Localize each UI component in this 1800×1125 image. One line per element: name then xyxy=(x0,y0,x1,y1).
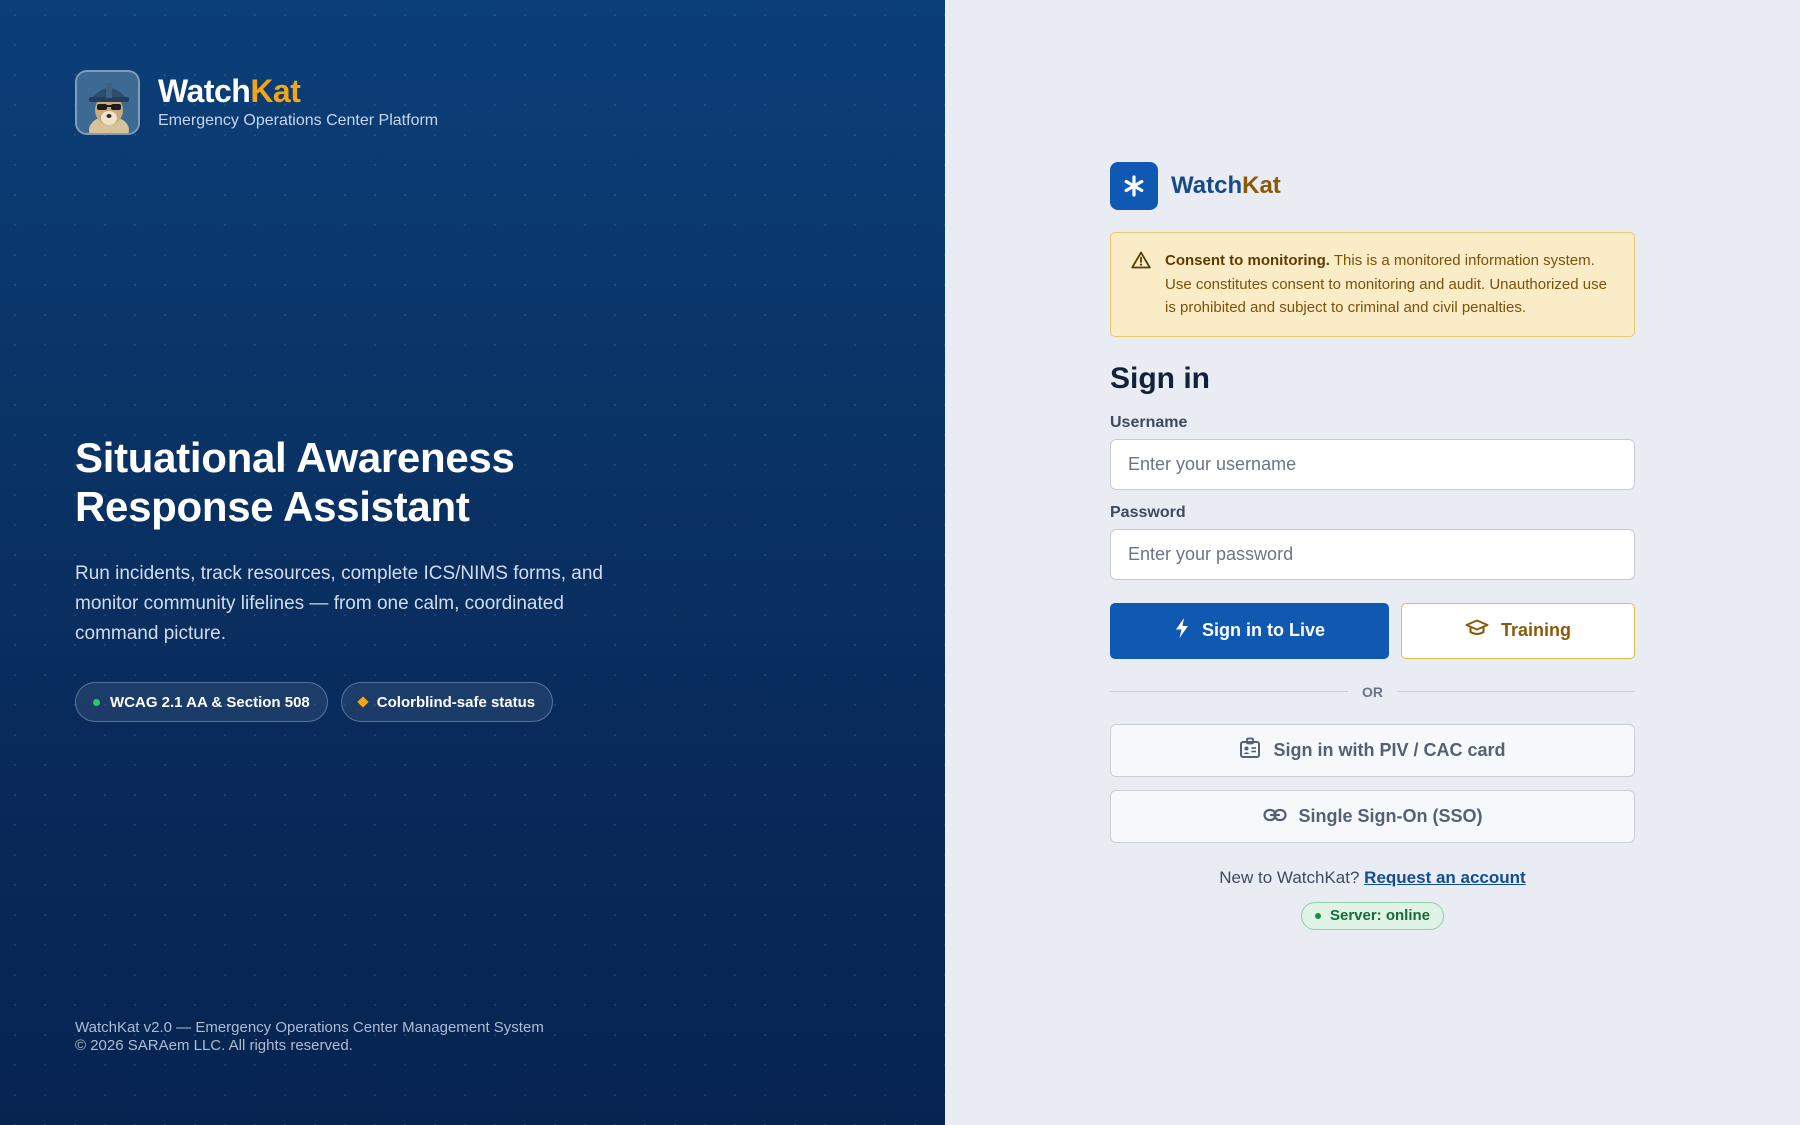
signin-actions: Sign in to Live Training xyxy=(1110,602,1635,659)
asterisk-icon xyxy=(1110,162,1158,210)
username-input[interactable] xyxy=(1110,438,1635,490)
signin-title: Sign in xyxy=(1110,361,1210,395)
signin-panel: WatchKat Consent to monitoring. This is … xyxy=(945,0,1800,1125)
signin-logo-name: WatchKat xyxy=(1171,172,1281,199)
consent-banner: Consent to monitoring. This is a monitor… xyxy=(1110,232,1635,337)
link-icon xyxy=(1262,806,1287,827)
brand-name: WatchKat xyxy=(158,73,301,109)
training-button[interactable]: Training xyxy=(1401,602,1635,659)
server-status-badge: Server: online xyxy=(1300,901,1445,930)
id-card-icon xyxy=(1239,737,1261,764)
hero-description: Run incidents, track resources, complete… xyxy=(75,563,603,644)
sso-button[interactable]: Single Sign-On (SSO) xyxy=(1110,789,1635,843)
lightning-icon xyxy=(1174,617,1190,644)
green-dot-icon xyxy=(93,698,100,706)
password-label: Password xyxy=(1110,503,1186,521)
status-dot-icon xyxy=(1314,912,1321,919)
hero-title: Situational Awareness Response Assistant xyxy=(75,434,515,530)
wcag-pill: WCAG 2.1 AA & Section 508 xyxy=(75,682,328,722)
colorblind-pill: Colorblind-safe status xyxy=(340,682,554,722)
hero-section: Situational Awareness Response Assistant… xyxy=(75,433,715,722)
brand-subtitle: Emergency Operations Center Platform xyxy=(158,112,439,129)
footer: WatchKat v2.0 — Emergency Operations Cen… xyxy=(75,1019,544,1055)
hero-panel: WatchKat Emergency Operations Center Pla… xyxy=(0,0,945,1125)
username-label: Username xyxy=(1110,413,1188,431)
footer-copyright: © 2026 SARAem LLC. All rights reserved. xyxy=(75,1037,353,1054)
or-divider: OR xyxy=(1110,684,1635,700)
orange-diamond-icon xyxy=(357,696,369,708)
request-account-link[interactable]: Request an account xyxy=(1364,868,1526,887)
brand-header: WatchKat Emergency Operations Center Pla… xyxy=(75,70,438,135)
sign-in-live-button[interactable]: Sign in to Live xyxy=(1110,602,1389,659)
meerkat-hardhat-icon xyxy=(75,70,140,135)
footer-version: WatchKat v2.0 — Emergency Operations Cen… xyxy=(75,1019,544,1036)
graduation-cap-icon xyxy=(1465,619,1489,642)
signin-logo: WatchKat xyxy=(1110,162,1635,210)
signin-card: WatchKat Consent to monitoring. This is … xyxy=(1110,162,1635,930)
feature-pills: WCAG 2.1 AA & Section 508 Colorblind-saf… xyxy=(75,682,715,722)
password-input[interactable] xyxy=(1110,528,1635,580)
request-account-row: New to WatchKat? Request an account xyxy=(1219,867,1526,887)
consent-title: Consent to monitoring. xyxy=(1165,252,1330,269)
piv-cac-button[interactable]: Sign in with PIV / CAC card xyxy=(1110,723,1635,777)
warning-triangle-icon xyxy=(1131,251,1151,277)
